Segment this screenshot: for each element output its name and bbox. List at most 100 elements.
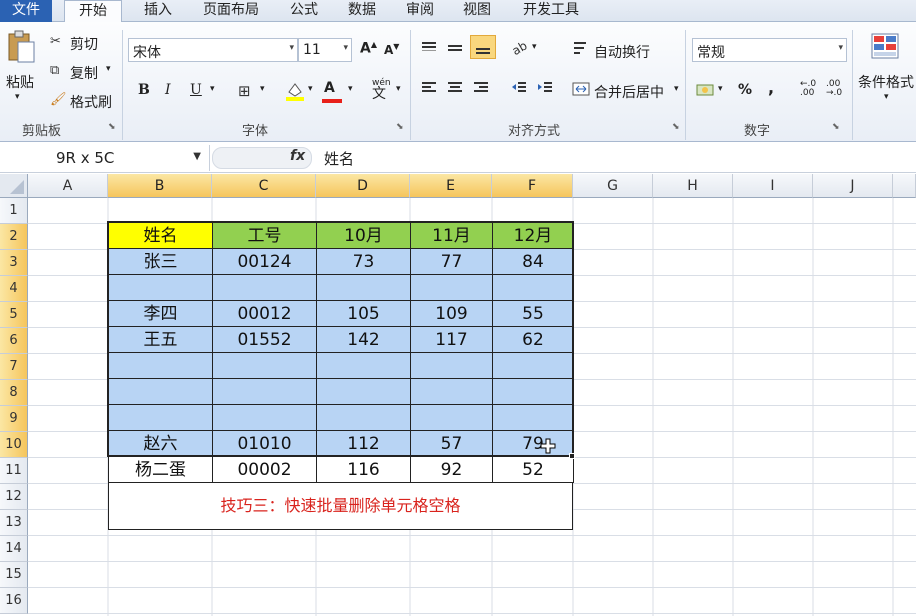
table-header-cell[interactable]: 10月 [316, 222, 411, 249]
table-cell[interactable] [492, 378, 574, 405]
merge-dropdown-icon[interactable]: ▾ [674, 84, 679, 94]
number-launcher-icon[interactable]: ⬊ [832, 122, 840, 132]
conditional-format-icon[interactable] [870, 32, 902, 66]
bold-button[interactable]: B [138, 82, 150, 98]
table-cell[interactable] [410, 378, 493, 405]
fill-color-icon[interactable] [284, 80, 306, 106]
scissors-icon[interactable]: ✂ [50, 34, 61, 49]
column-header[interactable]: E [410, 174, 492, 198]
merge-center-button[interactable]: 合并后居中 [594, 82, 664, 102]
alignment-launcher-icon[interactable]: ⬊ [672, 122, 680, 132]
table-cell[interactable]: 109 [410, 300, 493, 327]
table-cell[interactable]: 00012 [212, 300, 317, 327]
conditional-format-button[interactable]: 条件格式 [858, 72, 914, 92]
table-cell[interactable]: 112 [316, 430, 411, 457]
select-all-button[interactable] [0, 174, 28, 198]
column-header[interactable]: A [28, 174, 108, 198]
table-cell[interactable] [410, 404, 493, 431]
table-cell[interactable] [212, 352, 317, 379]
copy-button[interactable]: 复制 [70, 63, 98, 83]
table-cell[interactable]: 117 [410, 326, 493, 353]
name-box[interactable]: 9R x 5C ▼ [0, 145, 210, 171]
table-cell[interactable]: 李四 [108, 300, 213, 327]
row-header[interactable]: 6 [0, 328, 28, 354]
merge-center-icon[interactable] [572, 81, 590, 101]
table-cell[interactable] [492, 352, 574, 379]
currency-dropdown-icon[interactable]: ▾ [718, 84, 723, 94]
comma-button[interactable]: , [768, 78, 774, 97]
formula-input[interactable]: 姓名 [324, 148, 354, 169]
table-cell[interactable]: 55 [492, 300, 574, 327]
column-header[interactable] [893, 174, 916, 198]
table-header-cell[interactable]: 11月 [410, 222, 493, 249]
align-top-icon[interactable] [420, 40, 438, 60]
table-cell[interactable] [316, 274, 411, 301]
grow-font-icon[interactable]: A▲ [360, 40, 377, 57]
italic-button[interactable]: I [165, 82, 171, 98]
paste-button[interactable]: 粘贴 [6, 72, 34, 92]
format-painter-button[interactable]: 格式刷 [70, 92, 112, 112]
tab-file[interactable]: 文件 [0, 0, 52, 22]
row-header[interactable]: 10 [0, 432, 28, 458]
underline-button[interactable]: U [190, 82, 202, 98]
table-cell[interactable]: 00002 [212, 456, 317, 483]
table-cell[interactable] [492, 274, 574, 301]
chevron-down-icon[interactable]: ▾ [15, 92, 20, 102]
font-name-select[interactable]: 宋体 ▾ [128, 38, 298, 62]
tab-5[interactable]: 数据 [340, 0, 384, 22]
underline-dropdown-icon[interactable]: ▾ [210, 84, 215, 94]
table-cell[interactable] [316, 404, 411, 431]
fill-handle[interactable] [569, 453, 575, 459]
copy-icon[interactable]: ⧉ [50, 63, 59, 78]
tab-8[interactable]: 开发工具 [514, 0, 588, 22]
paste-icon[interactable] [6, 30, 36, 64]
font-color-button[interactable]: A [322, 80, 342, 103]
table-cell[interactable] [108, 352, 213, 379]
table-cell[interactable]: 赵六 [108, 430, 213, 457]
column-header[interactable]: G [573, 174, 653, 198]
table-cell[interactable]: 142 [316, 326, 411, 353]
increase-indent-icon[interactable] [536, 80, 554, 100]
column-header[interactable]: D [316, 174, 410, 198]
table-cell[interactable]: 00124 [212, 248, 317, 275]
fill-color-dropdown-icon[interactable]: ▾ [308, 84, 313, 94]
table-cell[interactable]: 杨二蛋 [108, 456, 213, 483]
align-left-icon[interactable] [420, 80, 438, 100]
tip-note[interactable]: 技巧三：快速批量删除单元格空格 [108, 482, 573, 530]
row-header[interactable]: 4 [0, 276, 28, 302]
phonetic-icon[interactable]: wén 文 [372, 78, 391, 101]
table-cell[interactable]: 01552 [212, 326, 317, 353]
wrap-text-button[interactable]: 自动换行 [594, 42, 650, 62]
table-header-cell[interactable]: 姓名 [108, 222, 213, 249]
insert-function-icon[interactable]: fx [290, 148, 305, 164]
table-cell[interactable] [212, 274, 317, 301]
orientation-icon[interactable]: ab [510, 38, 530, 60]
table-cell[interactable] [410, 274, 493, 301]
tab-2[interactable]: 插入 [136, 0, 180, 22]
table-cell[interactable] [108, 404, 213, 431]
percent-button[interactable]: % [738, 82, 752, 98]
tab-4[interactable]: 公式 [282, 0, 326, 22]
row-header[interactable]: 7 [0, 354, 28, 380]
column-header[interactable]: I [733, 174, 813, 198]
row-header[interactable]: 3 [0, 250, 28, 276]
orientation-dropdown-icon[interactable]: ▾ [532, 42, 537, 52]
font-size-select[interactable]: 11 ▾ [298, 38, 352, 62]
table-cell[interactable]: 01010 [212, 430, 317, 457]
table-cell[interactable]: 73 [316, 248, 411, 275]
row-header[interactable]: 2 [0, 224, 28, 250]
table-cell[interactable]: 79 [492, 430, 574, 457]
phonetic-dropdown-icon[interactable]: ▾ [396, 84, 401, 94]
column-header[interactable]: J [813, 174, 893, 198]
table-cell[interactable] [316, 352, 411, 379]
table-cell[interactable]: 62 [492, 326, 574, 353]
row-header[interactable]: 5 [0, 302, 28, 328]
table-cell[interactable] [316, 378, 411, 405]
wrap-text-icon[interactable] [572, 40, 590, 60]
font-launcher-icon[interactable]: ⬊ [396, 122, 404, 132]
align-bottom-icon[interactable] [470, 35, 496, 59]
clipboard-launcher-icon[interactable]: ⬊ [108, 122, 116, 132]
row-header[interactable]: 9 [0, 406, 28, 432]
font-color-dropdown-icon[interactable]: ▾ [348, 84, 353, 94]
column-header[interactable]: F [492, 174, 573, 198]
